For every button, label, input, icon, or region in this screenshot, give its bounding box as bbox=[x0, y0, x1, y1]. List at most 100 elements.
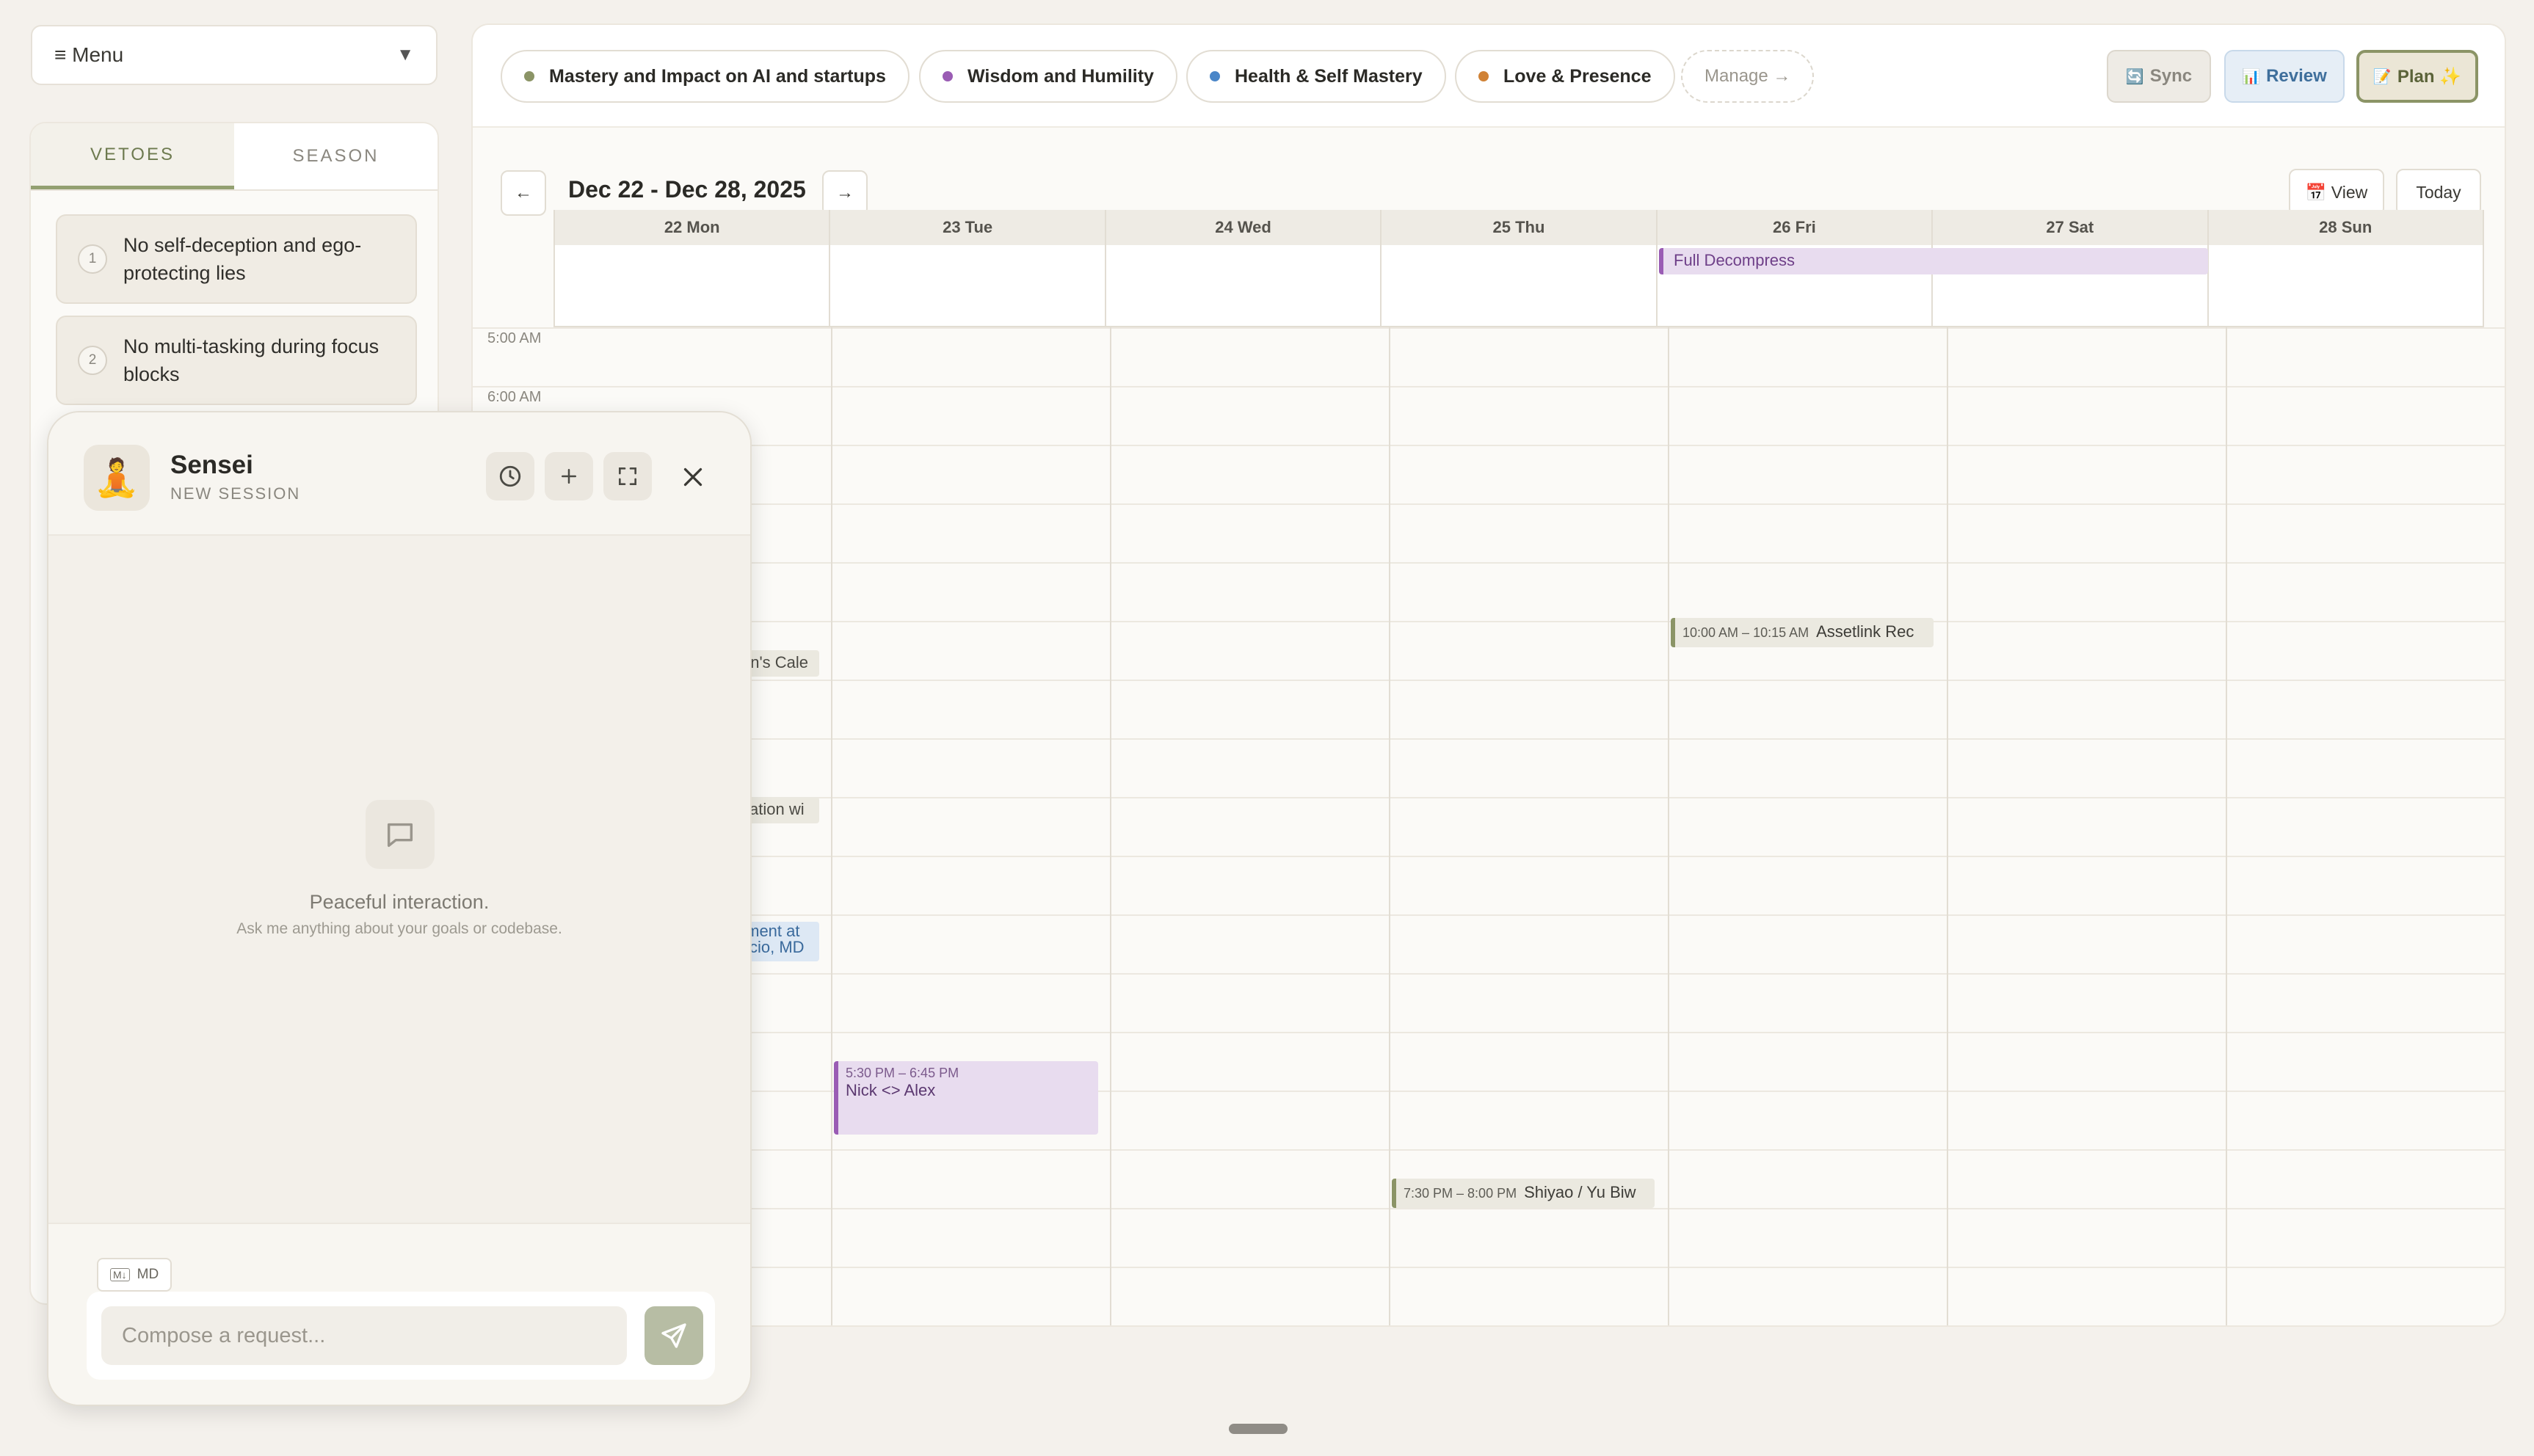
column-divider bbox=[1947, 327, 1948, 1325]
time-label: 5:00 AM bbox=[487, 330, 542, 346]
event-time: 10:00 AM – 10:15 AM bbox=[1682, 625, 1809, 640]
goal-label: Mastery and Impact on AI and startups bbox=[549, 65, 886, 87]
manage-goals-button[interactable]: Manage → bbox=[1681, 50, 1815, 103]
avatar: 🧘 bbox=[84, 445, 150, 511]
memo-icon: 📝 bbox=[2373, 68, 2392, 85]
next-week-button[interactable]: → bbox=[822, 170, 868, 216]
goal-dot bbox=[943, 71, 953, 81]
veto-item[interactable]: 1 No self-deception and ego-protecting l… bbox=[56, 214, 417, 304]
view-button[interactable]: 📅 View bbox=[2289, 169, 2384, 216]
all-day-cell[interactable] bbox=[1104, 245, 1380, 326]
day-header: 22 Mon bbox=[553, 210, 829, 245]
all-day-cell[interactable] bbox=[1380, 245, 1655, 326]
send-icon bbox=[661, 1323, 686, 1348]
day-header: 28 Sun bbox=[2207, 210, 2484, 245]
goal-chip-love[interactable]: Love & Presence bbox=[1455, 50, 1675, 103]
session-status: NEW SESSION bbox=[170, 484, 301, 503]
prev-week-button[interactable]: ← bbox=[501, 170, 546, 216]
column-divider bbox=[1668, 327, 1669, 1325]
history-button[interactable] bbox=[486, 452, 534, 500]
drag-handle[interactable] bbox=[1229, 1424, 1288, 1434]
calendar-card: Mastery and Impact on AI and startups Wi… bbox=[471, 23, 2506, 1327]
goal-dot bbox=[1210, 71, 1220, 81]
sync-icon: 🔄 bbox=[2125, 68, 2144, 85]
close-button[interactable] bbox=[671, 455, 715, 499]
tab-vetoes[interactable]: VETOES bbox=[31, 123, 234, 189]
goal-bar: Mastery and Impact on AI and startups Wi… bbox=[473, 25, 2505, 128]
calendar-event[interactable]: 10:00 AM – 10:15 AM Assetlink Rec bbox=[1671, 618, 1934, 647]
day-header: 27 Sat bbox=[1931, 210, 2207, 245]
expand-button[interactable] bbox=[603, 452, 652, 500]
column-divider bbox=[1389, 327, 1390, 1325]
compose-input[interactable] bbox=[101, 1306, 627, 1365]
goal-dot bbox=[1478, 71, 1489, 81]
event-title-line: tment at bbox=[741, 922, 800, 940]
markdown-label: MD bbox=[137, 1267, 159, 1282]
all-day-cell[interactable] bbox=[553, 245, 829, 326]
goal-label: Health & Self Mastery bbox=[1235, 65, 1423, 87]
event-title: Shiyao / Yu Biw bbox=[1524, 1183, 1636, 1201]
event-title: Nick <> Alex bbox=[846, 1081, 936, 1099]
empty-state-subtitle: Ask me anything about your goals or code… bbox=[236, 920, 562, 937]
goal-chip-mastery[interactable]: Mastery and Impact on AI and startups bbox=[501, 50, 910, 103]
veto-number: 1 bbox=[78, 244, 107, 274]
day-header-row: 22 Mon 23 Tue 24 Wed 25 Thu 26 Fri 27 Sa… bbox=[553, 210, 2484, 245]
expand-icon bbox=[619, 467, 636, 485]
time-label: 6:00 AM bbox=[487, 389, 542, 405]
veto-text: No self-deception and ego-protecting lie… bbox=[123, 234, 362, 284]
chevron-down-icon: ▼ bbox=[396, 45, 414, 65]
all-day-cell[interactable] bbox=[2207, 245, 2484, 326]
clock-icon bbox=[499, 465, 521, 487]
plan-button[interactable]: 📝 Plan ✨ bbox=[2356, 50, 2478, 103]
goal-label: Love & Presence bbox=[1503, 65, 1652, 87]
goal-chip-health[interactable]: Health & Self Mastery bbox=[1186, 50, 1446, 103]
date-range-label: Dec 22 - Dec 28, 2025 bbox=[568, 176, 806, 203]
all-day-event[interactable]: Full Decompress bbox=[1659, 248, 2208, 274]
menu-button[interactable]: ≡ Menu ▼ bbox=[31, 25, 438, 85]
review-button[interactable]: 📊 Review bbox=[2224, 50, 2345, 103]
empty-state-title: Peaceful interaction. bbox=[309, 891, 490, 913]
column-divider bbox=[1110, 327, 1111, 1325]
chat-bubble-icon bbox=[387, 823, 413, 848]
composer bbox=[87, 1292, 715, 1380]
left-tabs: VETOES SEASON bbox=[31, 123, 438, 191]
menu-label: ≡ Menu bbox=[54, 43, 124, 66]
goal-chip-wisdom[interactable]: Wisdom and Humility bbox=[919, 50, 1177, 103]
veto-text: No multi-tasking during focus blocks bbox=[123, 335, 380, 385]
column-divider bbox=[831, 327, 832, 1325]
day-header: 24 Wed bbox=[1104, 210, 1380, 245]
event-time: 5:30 PM – 6:45 PM bbox=[846, 1066, 959, 1080]
event-time: 7:30 PM – 8:00 PM bbox=[1404, 1186, 1517, 1201]
calendar-event[interactable]: 7:30 PM – 8:00 PM Shiyao / Yu Biw bbox=[1392, 1179, 1655, 1208]
chat-panel: 🧘 Sensei NEW SESSION Peaceful interactio… bbox=[47, 411, 752, 1406]
sync-button[interactable]: 🔄 Sync bbox=[2107, 50, 2211, 103]
plus-icon bbox=[562, 469, 576, 484]
empty-state-badge bbox=[366, 800, 435, 869]
event-title: Assetlink Rec bbox=[1816, 622, 1914, 641]
calendar-event[interactable]: 5:30 PM – 6:45 PM Nick <> Alex bbox=[834, 1061, 1098, 1135]
goal-dot bbox=[524, 71, 534, 81]
event-title-line: ccio, MD bbox=[741, 938, 805, 956]
plan-label: Plan ✨ bbox=[2397, 66, 2462, 87]
chart-icon: 📊 bbox=[2242, 68, 2261, 85]
assistant-name: Sensei bbox=[170, 451, 253, 479]
markdown-toggle[interactable]: M↓ MD bbox=[97, 1258, 173, 1292]
day-header: 23 Tue bbox=[829, 210, 1104, 245]
new-session-button[interactable] bbox=[545, 452, 593, 500]
time-grid[interactable] bbox=[473, 327, 2505, 1325]
veto-number: 2 bbox=[78, 346, 107, 375]
all-day-cell[interactable] bbox=[829, 245, 1104, 326]
markdown-icon: M↓ bbox=[110, 1268, 130, 1281]
goal-label: Wisdom and Humility bbox=[968, 65, 1154, 87]
review-label: Review bbox=[2266, 66, 2327, 86]
day-header: 25 Thu bbox=[1380, 210, 1655, 245]
sync-label: Sync bbox=[2149, 66, 2193, 86]
day-header: 26 Fri bbox=[1655, 210, 1931, 245]
column-divider bbox=[2226, 327, 2227, 1325]
veto-item[interactable]: 2 No multi-tasking during focus blocks bbox=[56, 316, 417, 405]
send-button[interactable] bbox=[645, 1306, 703, 1365]
tab-season[interactable]: SEASON bbox=[234, 123, 438, 189]
today-button[interactable]: Today bbox=[2396, 169, 2481, 216]
close-icon bbox=[683, 467, 703, 487]
chat-header: 🧘 Sensei NEW SESSION bbox=[48, 412, 750, 536]
